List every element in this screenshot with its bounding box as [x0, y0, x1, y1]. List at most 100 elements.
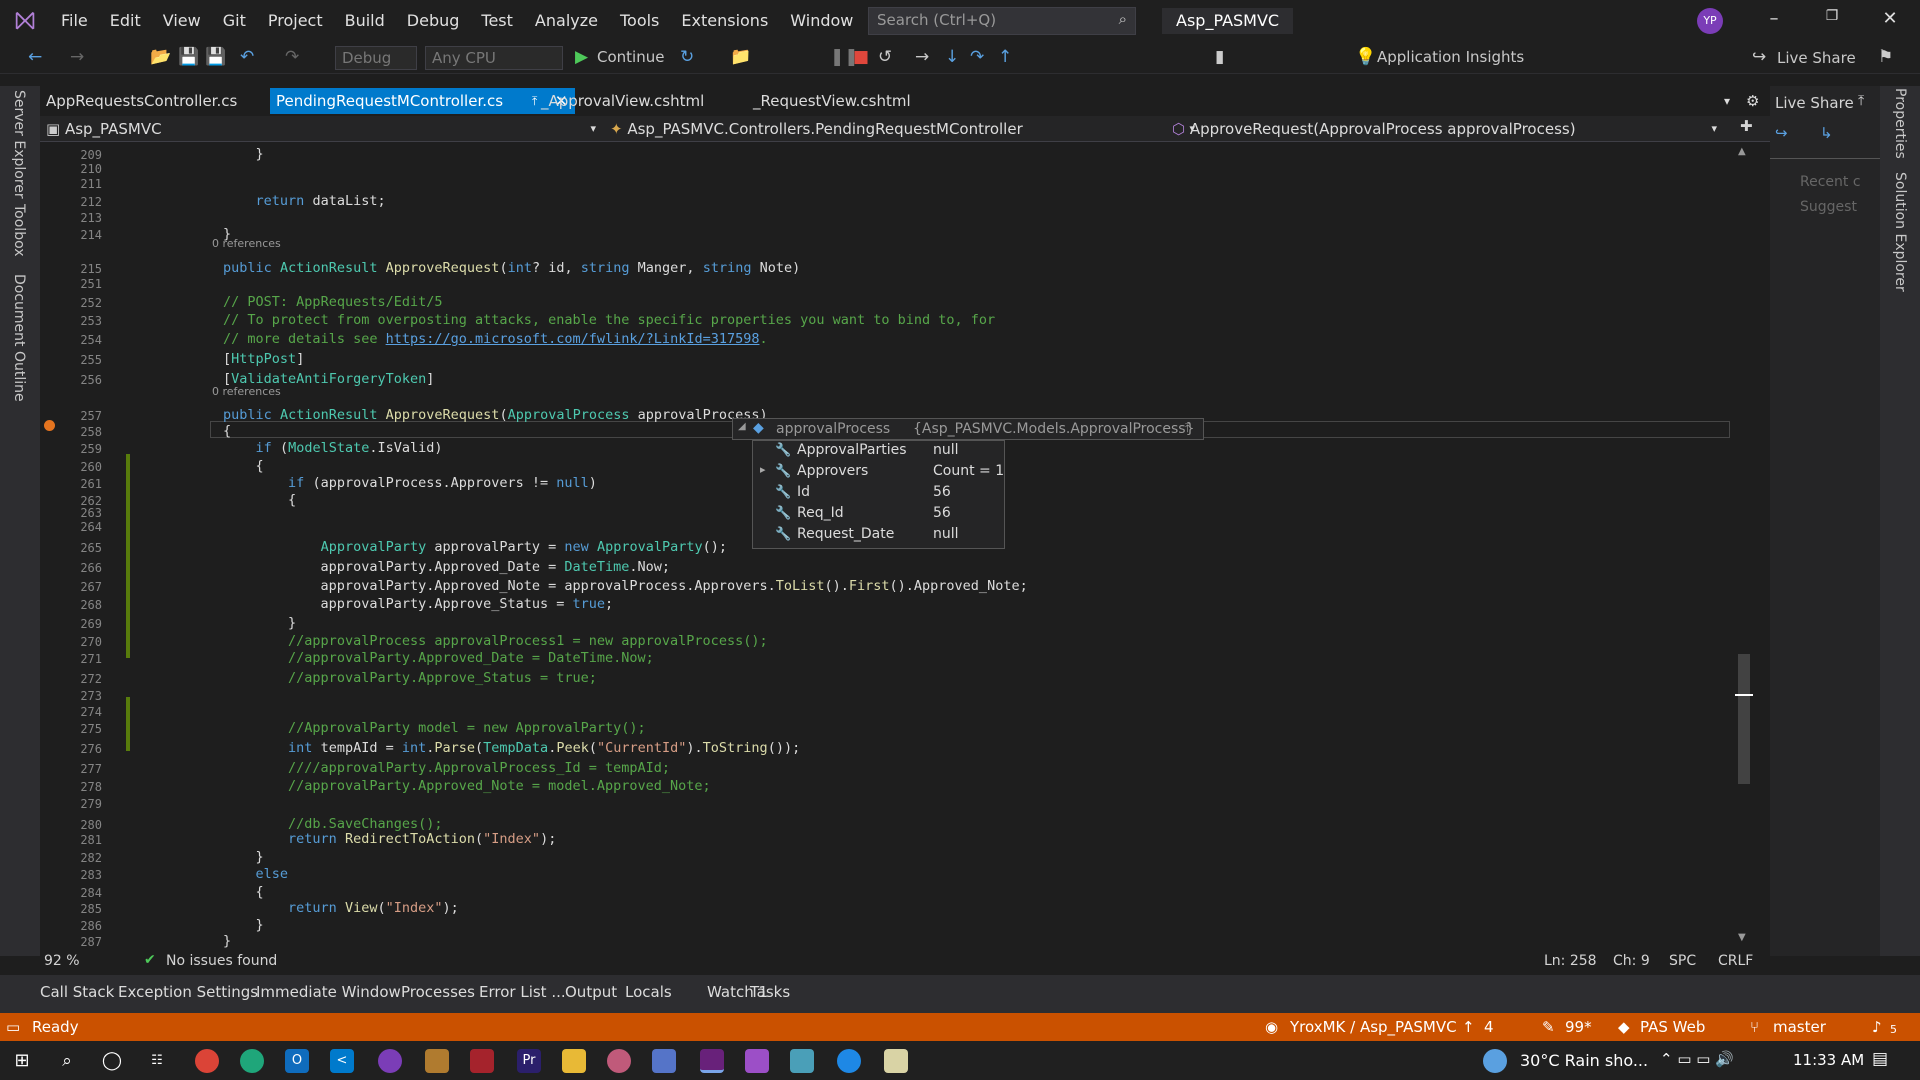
app-icon[interactable] [607, 1049, 631, 1073]
redo-icon[interactable]: ↷ [285, 47, 299, 67]
tab-app-requests-controller[interactable]: AppRequestsController.cs [40, 88, 268, 114]
datatip-row[interactable]: 🔧 Req_Id 56 [753, 505, 1006, 526]
zoom-level[interactable]: 92 % [44, 953, 80, 969]
recent-label[interactable]: Recent c [1800, 174, 1861, 190]
datatip-row[interactable]: 🔧 Id 56 [753, 484, 1006, 505]
app-icon[interactable] [790, 1049, 814, 1073]
server-explorer-tab[interactable]: Server Explorer [11, 90, 27, 199]
settings-gear-icon[interactable]: ⚙ [1740, 88, 1759, 114]
restart-icon[interactable]: ↺ [878, 47, 892, 67]
task-view-icon[interactable]: ☷ [145, 1049, 169, 1073]
chrome-icon[interactable] [195, 1049, 219, 1073]
weather-text[interactable]: 30°C Rain sho... [1520, 1051, 1648, 1070]
code-line[interactable]: if (ModelState.IsValid) [158, 440, 443, 456]
pin-datatip-icon[interactable]: ⤒ [1185, 421, 1190, 436]
code-line[interactable]: approvalParty.Approved_Note = approvalPr… [158, 578, 1028, 594]
code-line[interactable]: else [158, 866, 289, 882]
save-all-icon[interactable]: 💾 [205, 47, 226, 67]
vertical-scrollbar[interactable]: ▲ ▼ [1735, 142, 1753, 947]
code-line[interactable]: } [158, 615, 296, 631]
tool-tab-immediate-window[interactable]: Immediate Window [256, 983, 401, 1001]
tool-tab-call-stack[interactable]: Call Stack [40, 983, 114, 1001]
code-line[interactable]: [HttpPost] [158, 351, 304, 367]
visual-studio-logo-icon[interactable]: ⨝ [0, 0, 50, 42]
restore-icon[interactable]: ❐ [1820, 8, 1844, 32]
tool-tab-exception-settings[interactable]: Exception Settings [118, 983, 258, 1001]
issues-status[interactable]: No issues found [166, 953, 277, 969]
document-outline-tab[interactable]: Document Outline [11, 274, 27, 402]
app-icon[interactable] [652, 1049, 676, 1073]
code-line[interactable]: { [158, 458, 264, 474]
collapse-icon[interactable]: ◢ [738, 421, 746, 432]
tool-tab-error-list[interactable]: Error List ... [479, 983, 566, 1001]
code-line[interactable]: //approvalParty.Approved_Note = model.Ap… [158, 778, 711, 794]
clock[interactable]: 11:33 AM [1793, 1051, 1864, 1069]
code-line[interactable]: //approvalParty.Approved_Date = DateTime… [158, 650, 654, 666]
system-tray-icons[interactable]: ⌃ ▭ ▭ 🔊 [1660, 1050, 1734, 1068]
menu-test[interactable]: Test [470, 0, 524, 42]
lightbulb-icon[interactable]: 💡 [1355, 47, 1376, 67]
tool-tab-tasks[interactable]: Tasks [750, 983, 790, 1001]
code-line[interactable]: public ActionResult ApproveRequest(Appro… [158, 407, 768, 423]
menu-build[interactable]: Build [334, 0, 396, 42]
debugger-datatip-header[interactable]: ◢ ◆ approvalProcess {Asp_PASMVC.Models.A… [732, 418, 1204, 440]
project-name[interactable]: PAS Web [1640, 1018, 1705, 1036]
code-line[interactable]: //ApprovalParty model = new ApprovalPart… [158, 720, 646, 736]
tab-request-view[interactable]: _RequestView.cshtml [747, 88, 957, 114]
sql-icon[interactable] [470, 1049, 494, 1073]
code-line[interactable]: } [158, 933, 231, 949]
platform-dropdown[interactable]: Any CPU [425, 46, 563, 70]
stop-icon[interactable]: ■ [853, 47, 869, 67]
solution-explorer-tab[interactable]: Solution Explorer [1892, 172, 1908, 292]
code-line[interactable]: int tempAId = int.Parse(TempData.Peek("C… [158, 740, 800, 756]
step-into-icon[interactable]: ↓ [945, 47, 959, 67]
forward-icon[interactable]: → [70, 47, 84, 67]
app-icon[interactable] [425, 1049, 449, 1073]
open-file-icon[interactable]: 📂 [150, 47, 171, 67]
windows-start-icon[interactable]: ⊞ [10, 1049, 34, 1073]
code-line[interactable]: return RedirectToAction("Index"); [158, 831, 556, 847]
menu-tools[interactable]: Tools [609, 0, 670, 42]
code-line[interactable]: if (approvalProcess.Approvers != null) [158, 475, 597, 491]
visual-studio-icon[interactable] [745, 1049, 769, 1073]
split-icon[interactable]: ✚ [1740, 117, 1753, 135]
properties-tab[interactable]: Properties [1892, 88, 1908, 159]
pin-pane-icon[interactable]: ⤒ [1858, 93, 1864, 109]
continue-icon[interactable]: ▶ [575, 47, 588, 67]
tool-tab-locals[interactable]: Locals [625, 983, 672, 1001]
repository-name[interactable]: YroxMK / Asp_PASMVC [1290, 1018, 1457, 1036]
file-explorer-icon[interactable] [562, 1049, 586, 1073]
search-input[interactable]: Search (Ctrl+Q) ⌕ [868, 7, 1136, 35]
column-number[interactable]: Ch: 9 [1613, 953, 1650, 969]
code-line[interactable]: //db.SaveChanges(); [158, 816, 442, 832]
line-endings[interactable]: CRLF [1718, 953, 1753, 969]
menu-project[interactable]: Project [257, 0, 334, 42]
code-line[interactable]: return View("Index"); [158, 900, 459, 916]
code-line[interactable]: // POST: AppRequests/Edit/5 [158, 294, 442, 310]
menu-edit[interactable]: Edit [99, 0, 152, 42]
tool-tab-processes[interactable]: Processes [401, 983, 475, 1001]
code-line[interactable]: public ActionResult ApproveRequest(int? … [158, 260, 800, 276]
menu-debug[interactable]: Debug [396, 0, 471, 42]
folder-icon[interactable]: 📁 [730, 47, 751, 67]
share-icon[interactable]: ↪ [1775, 124, 1788, 142]
search-icon[interactable]: ⌕ [55, 1049, 79, 1073]
configuration-dropdown[interactable]: Debug [335, 46, 417, 70]
code-line[interactable]: [ValidateAntiForgeryToken] [158, 371, 434, 387]
join-icon[interactable]: ↳ [1820, 124, 1833, 142]
notifications-icon[interactable]: ♪ [1872, 1018, 1882, 1036]
outlook-icon[interactable]: O [285, 1049, 309, 1073]
code-line[interactable]: } [158, 146, 264, 162]
code-line[interactable]: } [158, 917, 264, 933]
action-center-icon[interactable]: ▤ [1872, 1049, 1888, 1069]
vscode-icon[interactable]: < [330, 1049, 354, 1073]
scroll-thumb[interactable] [1738, 654, 1750, 784]
code-line[interactable]: // more details see https://go.microsoft… [158, 331, 768, 347]
code-line[interactable]: //approvalParty.Approve_Status = true; [158, 670, 597, 686]
pending-changes[interactable]: 99* [1565, 1018, 1592, 1036]
datatip-row[interactable]: ▸ 🔧 Approvers Count = 1 [753, 463, 1006, 484]
live-share-button[interactable]: Live Share [1777, 49, 1856, 67]
menu-analyze[interactable]: Analyze [524, 0, 609, 42]
bookmark-icon[interactable]: ▮ [1215, 47, 1224, 67]
project-dropdown[interactable]: ▣ Asp_PASMVC ▾ [46, 118, 606, 140]
